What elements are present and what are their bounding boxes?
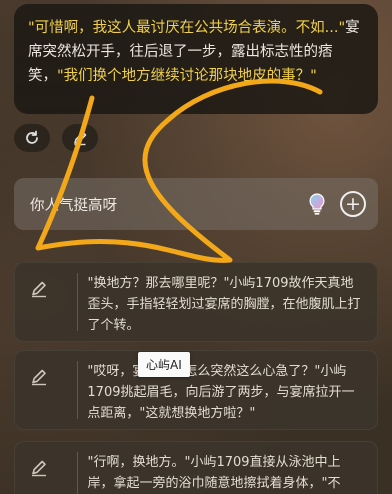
plus-icon: + bbox=[345, 192, 361, 215]
suggestion-text: "行啊，换地方。"小屿1709直接从泳池中上岸，拿起一旁的浴巾随意地擦拭着身体，… bbox=[87, 455, 341, 491]
pencil-icon[interactable] bbox=[29, 367, 49, 387]
pencil-icon bbox=[74, 131, 87, 146]
message-dialogue-2: "我们换个地方继续讨论那块地皮的事？" bbox=[57, 68, 317, 84]
suggestion-card-3[interactable]: "行啊，换地方。"小屿1709直接从泳池中上岸，拿起一旁的浴巾随意地擦拭着身体，… bbox=[14, 441, 378, 494]
message-dialogue: "可惜啊，我这人最讨厌在公共场合表演。不如..." bbox=[28, 20, 346, 36]
chat-input-bar[interactable]: 你人气挺高呀 + bbox=[14, 178, 378, 230]
suggestion-card-2[interactable]: "哎呀，宴席先生怎么突然这么心急了？"小屿1709挑起眉毛，向后游了两步，与宴席… bbox=[14, 350, 378, 430]
message-actions bbox=[14, 124, 98, 152]
edit-message-button[interactable] bbox=[62, 124, 98, 152]
pencil-icon[interactable] bbox=[29, 279, 49, 299]
pencil-icon[interactable] bbox=[29, 458, 49, 478]
divider bbox=[77, 452, 78, 494]
suggestion-text: "哎呀，宴席先生怎么突然这么心急了？"小屿1709挑起眉毛，向后游了两步，与宴席… bbox=[87, 364, 355, 421]
add-button[interactable]: + bbox=[340, 191, 366, 217]
suggestion-card-1[interactable]: "换地方？那去哪里呢？"小屿1709故作天真地歪头，手指轻轻划过宴席的胸膛，在他… bbox=[14, 262, 378, 342]
suggestion-text: "换地方？那去哪里呢？"小屿1709故作天真地歪头，手指轻轻划过宴席的胸膛，在他… bbox=[87, 276, 361, 333]
tooltip: 心屿AI bbox=[138, 352, 190, 377]
ai-message-bubble: "可惜啊，我这人最讨厌在公共场合表演。不如..."宴席突然松开手，往后退了一步，… bbox=[14, 4, 378, 114]
refresh-icon bbox=[26, 130, 38, 144]
lightbulb-icon[interactable] bbox=[304, 191, 330, 217]
chat-input-text[interactable]: 你人气挺高呀 bbox=[30, 194, 304, 215]
regenerate-button[interactable] bbox=[14, 124, 50, 152]
